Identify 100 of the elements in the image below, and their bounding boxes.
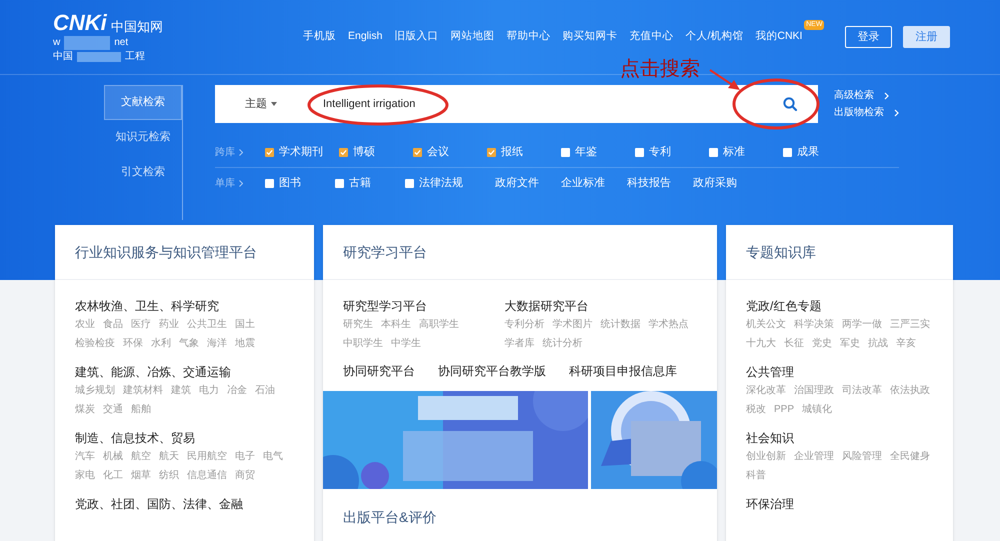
topic-link[interactable]: 民用航空 bbox=[187, 448, 227, 465]
topic-link[interactable]: 研究生 bbox=[343, 316, 373, 333]
topic-link[interactable]: 科学决策 bbox=[794, 316, 834, 333]
topic-link[interactable]: 学术热点 bbox=[648, 316, 689, 333]
checkbox-option[interactable]: 报纸 bbox=[487, 144, 561, 160]
topic-link[interactable]: 城乡规划 bbox=[75, 382, 115, 399]
topic-link[interactable]: 国土 bbox=[235, 316, 255, 333]
topic-link[interactable]: 三严三实 bbox=[890, 316, 930, 333]
topic-link[interactable]: 军史 bbox=[840, 335, 860, 352]
checkbox-option[interactable]: 年鉴 bbox=[561, 144, 635, 160]
topic-link[interactable]: PPP bbox=[774, 401, 794, 418]
topic-link[interactable]: 信息通信 bbox=[187, 467, 227, 484]
topic-link[interactable]: 党史 bbox=[812, 335, 832, 352]
topic-link[interactable]: 石油 bbox=[255, 382, 275, 399]
topic-link[interactable]: 机械 bbox=[103, 448, 123, 465]
topic-link[interactable]: 抗战 bbox=[868, 335, 888, 352]
field-dropdown[interactable]: 主题 bbox=[245, 96, 277, 112]
topic-link[interactable]: 风险管理 bbox=[842, 448, 882, 465]
topic-link[interactable]: 司法改革 bbox=[842, 382, 882, 399]
topic-link[interactable]: 航天 bbox=[159, 448, 179, 465]
topic-link[interactable]: 全民健身 bbox=[890, 448, 930, 465]
topic-link[interactable]: 辛亥 bbox=[896, 335, 916, 352]
topic-link[interactable]: 船舶 bbox=[131, 401, 151, 418]
topic-link[interactable]: 医疗 bbox=[131, 316, 151, 333]
topic-link[interactable]: 创业创新 bbox=[746, 448, 786, 465]
topic-link[interactable]: 中学生 bbox=[391, 335, 421, 352]
checkbox-option[interactable]: 标准 bbox=[709, 144, 783, 160]
topic-link[interactable]: 学术图片 bbox=[552, 316, 593, 333]
topic-link[interactable]: 两学一做 bbox=[842, 316, 882, 333]
checkbox[interactable] bbox=[635, 148, 644, 156]
topic-link[interactable]: 交通 bbox=[103, 401, 123, 418]
topic-link[interactable]: 专利分析 bbox=[504, 316, 545, 333]
topic-link[interactable]: 机关公文 bbox=[746, 316, 786, 333]
topic-link[interactable]: 长征 bbox=[784, 335, 804, 352]
topic-link[interactable]: 中职学生 bbox=[343, 335, 383, 352]
checkbox[interactable] bbox=[405, 179, 414, 188]
nav-link[interactable]: 个人/机构馆 bbox=[685, 29, 744, 45]
checkbox[interactable] bbox=[783, 148, 792, 156]
topic-link[interactable]: 统计数据 bbox=[600, 316, 641, 333]
topic-link[interactable]: 本科生 bbox=[381, 316, 411, 333]
database-link[interactable]: 科技报告 bbox=[627, 175, 693, 192]
topic-link[interactable]: 海洋 bbox=[207, 335, 227, 352]
checkbox[interactable] bbox=[561, 148, 570, 156]
topic-link[interactable]: 家电 bbox=[75, 467, 95, 484]
topic-link[interactable]: 电力 bbox=[199, 382, 219, 399]
nav-link[interactable]: 手机版 bbox=[303, 29, 336, 45]
topic-link[interactable]: 水利 bbox=[151, 335, 171, 352]
nav-link[interactable]: 购买知网卡 bbox=[562, 29, 618, 45]
search-icon[interactable] bbox=[782, 96, 798, 112]
topic-link[interactable]: 烟草 bbox=[131, 467, 151, 484]
topic-link[interactable]: 冶金 bbox=[227, 382, 247, 399]
database-link[interactable]: 企业标准 bbox=[561, 175, 627, 192]
topic-link[interactable]: 环保 bbox=[123, 335, 143, 352]
topic-link[interactable]: 深化改革 bbox=[746, 382, 786, 399]
checkbox-option[interactable]: 会议 bbox=[413, 144, 487, 160]
checkbox-option[interactable]: 图书 bbox=[265, 175, 335, 192]
search-tab[interactable]: 引文检索 bbox=[104, 155, 182, 190]
platform-link[interactable]: 协同研究平台教学版 bbox=[438, 362, 546, 380]
register-button[interactable]: 注册 bbox=[903, 26, 950, 48]
topic-link[interactable]: 食品 bbox=[103, 316, 123, 333]
topic-link[interactable]: 建筑材料 bbox=[123, 382, 163, 399]
search-tab[interactable]: 文献检索 bbox=[104, 85, 182, 120]
topic-link[interactable]: 汽车 bbox=[75, 448, 95, 465]
checkbox-option[interactable]: 专利 bbox=[635, 144, 709, 160]
nav-link[interactable]: English bbox=[348, 29, 382, 45]
checkbox-option[interactable]: 博硕 bbox=[339, 144, 413, 160]
platform-link[interactable]: 科研项目申报信息库 bbox=[569, 362, 677, 380]
nav-link[interactable]: 网站地图 bbox=[450, 29, 494, 45]
checkbox-option[interactable]: 古籍 bbox=[335, 175, 405, 192]
topic-link[interactable]: 高职学生 bbox=[419, 316, 459, 333]
topic-link[interactable]: 检验检疫 bbox=[75, 335, 115, 352]
checkbox-option[interactable]: 法律法规 bbox=[405, 175, 495, 192]
database-link[interactable]: 政府采购 bbox=[693, 175, 759, 192]
topic-link[interactable]: 城镇化 bbox=[802, 401, 832, 418]
search-tab[interactable]: 知识元检索 bbox=[104, 120, 182, 155]
topic-link[interactable]: 纺织 bbox=[159, 467, 179, 484]
topic-link[interactable]: 农业 bbox=[75, 316, 95, 333]
topic-link[interactable]: 航空 bbox=[131, 448, 151, 465]
nav-link[interactable]: 旧版入口 bbox=[394, 29, 438, 45]
checkbox[interactable] bbox=[413, 148, 422, 156]
topic-link[interactable]: 统计分析 bbox=[542, 335, 583, 352]
topic-link[interactable]: 公共卫生 bbox=[187, 316, 227, 333]
side-link[interactable]: 出版物检索 bbox=[834, 105, 899, 120]
checkbox[interactable] bbox=[339, 148, 348, 156]
nav-link[interactable]: 充值中心 bbox=[629, 29, 674, 45]
checkbox[interactable] bbox=[265, 148, 274, 156]
topic-link[interactable]: 企业管理 bbox=[794, 448, 834, 465]
platform-link[interactable]: 协同研究平台 bbox=[343, 362, 415, 380]
checkbox[interactable] bbox=[487, 148, 496, 156]
topic-link[interactable]: 电子 bbox=[235, 448, 255, 465]
topic-link[interactable]: 电气 bbox=[263, 448, 283, 465]
topic-link[interactable]: 建筑 bbox=[171, 382, 191, 399]
checkbox-option[interactable]: 学术期刊 bbox=[265, 144, 339, 160]
topic-link[interactable]: 地震 bbox=[235, 335, 255, 352]
side-link[interactable]: 高级检索 bbox=[834, 88, 899, 103]
topic-link[interactable]: 气象 bbox=[179, 335, 199, 352]
topic-link[interactable]: 依法执政 bbox=[890, 382, 930, 399]
topic-link[interactable]: 科普 bbox=[746, 467, 766, 484]
login-button[interactable]: 登录 bbox=[845, 26, 892, 48]
checkbox[interactable] bbox=[709, 148, 718, 156]
